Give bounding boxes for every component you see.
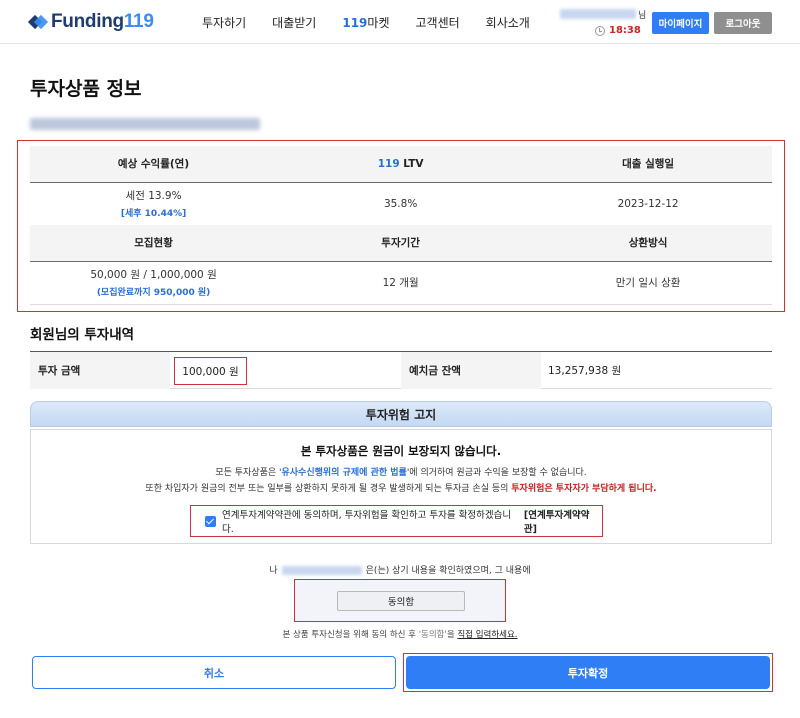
nav-loan[interactable]: 대출받기 (272, 14, 316, 31)
consent-help-text: 본 상품 투자신청을 위해 동의 하신 후 '동의함'을 직접 입력하세요. (282, 630, 518, 640)
investment-section-title: 회원님의 투자내역 (30, 327, 135, 343)
agree-terms-row[interactable]: 연계투자계약약관에 동의하며, 투자위험을 확인하고 투자를 확정하겠습니다. … (190, 505, 603, 537)
header-repayment: 상환방식 (524, 225, 772, 262)
amount-value: 100,000 원 (174, 357, 247, 385)
header-recruit: 모집현황 (30, 225, 278, 262)
header-yield: 예상 수익률(연) (30, 146, 278, 183)
cancel-button[interactable]: 취소 (32, 656, 396, 689)
amount-label: 투자 금액 (30, 352, 170, 389)
user-name-blurred-2 (281, 566, 362, 575)
user-name-blurred (560, 9, 636, 19)
deposit-label: 예치금 잔액 (401, 352, 541, 389)
nav-support[interactable]: 고객센터 (416, 14, 460, 31)
timer-value: 18:38 (609, 25, 641, 36)
deposit-value: 13,257,938 원 (548, 365, 622, 377)
top-header: Funding119 투자하기 대출받기 119마켓 고객센터 회사소개 님 1… (0, 0, 800, 44)
terms-link[interactable]: [연계투자계약약관] (524, 507, 602, 535)
recruit-value: 50,000 원 / 1,000,000 원 (모집완료까지 950,000 원) (30, 261, 278, 305)
loan-date-value: 2023-12-12 (524, 182, 772, 225)
header-loan-date: 대출 실행일 (524, 146, 772, 183)
investment-table: 투자 금액 예치금 잔액 13,257,938 원 (30, 351, 772, 389)
logout-button[interactable]: 로그아웃 (714, 12, 772, 34)
repayment-value: 만기 일시 상환 (524, 261, 772, 305)
mypage-button[interactable]: 마이페이지 (652, 12, 709, 34)
ltv-value: 35.8% (277, 182, 525, 225)
logo[interactable]: Funding119 (27, 11, 154, 33)
risk-title: 본 투자상품은 원금이 보장되지 않습니다. (300, 444, 502, 458)
main-nav: 투자하기 대출받기 119마켓 고객센터 회사소개 (202, 14, 556, 31)
yield-value: 세전 13.9% [세후 10.44%] (30, 182, 278, 225)
risk-line-1: 모든 투자상품은 '유사수신행위의 규제에 관한 법률'에 의거하여 원금과 수… (215, 468, 587, 478)
header-period: 투자기간 (277, 225, 525, 262)
agree-checkbox[interactable] (205, 515, 216, 527)
agree-text: 연계투자계약약관에 동의하며, 투자위험을 확인하고 투자를 확정하겠습니다. (222, 510, 512, 535)
risk-notice-header: 투자위험 고지 (30, 401, 772, 427)
page-title: 투자상품 정보 (30, 78, 142, 100)
consent-statement: 나 은(는) 상기 내용을 확인하였으며, 그 내용에 (269, 566, 531, 576)
risk-line-2: 또한 차입자가 원금의 전부 또는 일부를 상환하지 못하게 될 경우 발생하게… (145, 484, 657, 494)
logo-icon (27, 14, 49, 30)
product-name-blurred (30, 118, 260, 130)
header-ltv: 119 LTV (277, 146, 525, 183)
session-timer[interactable]: 18:38 (595, 25, 641, 36)
clock-icon (595, 25, 605, 36)
consent-highlight: 동의함 (294, 579, 506, 622)
nav-invest[interactable]: 투자하기 (202, 14, 246, 31)
product-info-table: 예상 수익률(연) 119 LTV 대출 실행일 세전 13.9% [세후 10.… (30, 146, 772, 305)
user-area: 님 18:38 (560, 7, 655, 36)
period-value: 12 개월 (277, 261, 525, 305)
nav-market[interactable]: 119마켓 (342, 14, 389, 31)
confirm-investment-button[interactable]: 투자확정 (406, 656, 770, 689)
nav-company[interactable]: 회사소개 (486, 14, 530, 31)
consent-input[interactable]: 동의함 (337, 591, 465, 611)
logo-text: Funding119 (51, 11, 154, 32)
